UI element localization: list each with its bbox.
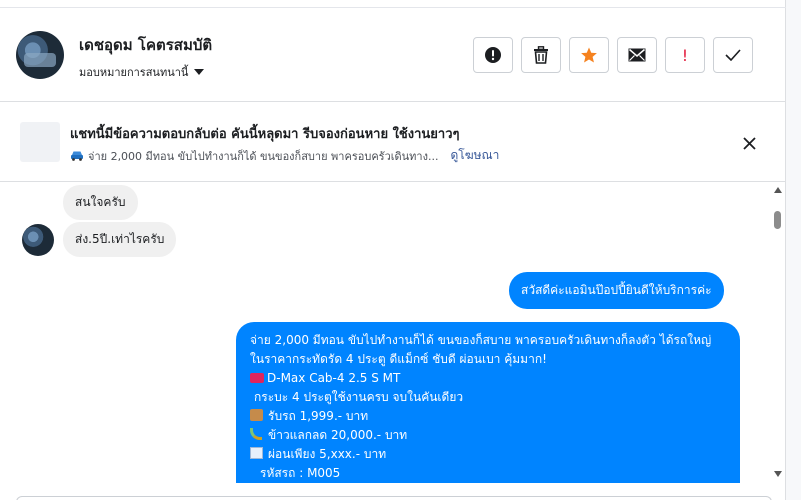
message-line: ข้าวแลกลด 20,000.- บาท bbox=[268, 428, 408, 442]
package-icon bbox=[250, 409, 263, 421]
message-line: จ่าย 2,000 มีทอน ขับไปทำงานก็ได้ ขนของก็… bbox=[250, 333, 712, 366]
outgoing-message: สวัสดีค่ะแอมินป๊อปปี้ยินดีให้บริการค่ะ bbox=[509, 272, 724, 309]
important-button[interactable]: ! bbox=[665, 37, 705, 73]
conversation-header: เดชอุดม โคตรสมบัติ มอบหมายการสนทนานี้ ! bbox=[0, 8, 786, 102]
close-icon bbox=[742, 136, 756, 150]
rice-icon bbox=[250, 428, 262, 440]
car-icon bbox=[71, 151, 83, 161]
scrollbar-thumb[interactable] bbox=[774, 211, 781, 229]
contact-avatar-small bbox=[22, 224, 54, 256]
mark-unread-button[interactable] bbox=[617, 37, 657, 73]
header-actions: ! bbox=[473, 37, 753, 73]
scroll-up-arrow-icon[interactable] bbox=[774, 187, 782, 193]
assign-label: มอบหมายการสนทนานี้ bbox=[79, 66, 189, 79]
mail-icon bbox=[628, 48, 646, 62]
message-line-chart: ผ่อนเพียง 5,xxx.- บาท bbox=[250, 445, 726, 464]
message-line: รหัสรถ : M005 bbox=[260, 466, 341, 480]
top-divider bbox=[0, 0, 786, 8]
message-composer[interactable] bbox=[16, 496, 772, 500]
ad-banner-text: จ่าย 2,000 มีทอน ขับไปทำงานก็ได้ ขนของก็… bbox=[88, 149, 439, 163]
close-banner-button[interactable] bbox=[738, 132, 760, 154]
star-button[interactable] bbox=[569, 37, 609, 73]
incoming-message: สนใจครับ bbox=[63, 185, 138, 220]
message-thread: สนใจครับ ส่ง.5ปี.เท่าไรครับ สวัสดีค่ะแอม… bbox=[0, 183, 770, 483]
ad-banner-subtitle: จ่าย 2,000 มีทอน ขับไปทำงานก็ได้ ขนของก็… bbox=[70, 146, 499, 165]
done-button[interactable] bbox=[713, 37, 753, 73]
ad-thumbnail bbox=[20, 122, 60, 162]
message-line: กระบะ 4 ประตูใช้งานครบ จบในคันเดียว bbox=[254, 390, 464, 404]
important-icon: ! bbox=[681, 45, 689, 65]
checkmark-icon bbox=[725, 49, 741, 61]
caret-down-icon bbox=[194, 69, 205, 75]
contact-name[interactable]: เดชอุดม โคตรสมบัติ bbox=[79, 33, 212, 57]
outgoing-message-long: จ่าย 2,000 มีทอน ขับไปทำงานก็ได้ ขนของก็… bbox=[236, 322, 740, 483]
delete-button[interactable] bbox=[521, 37, 561, 73]
conversation-panel: เดชอุดม โคตรสมบัติ มอบหมายการสนทนานี้ ! … bbox=[0, 0, 786, 500]
outer-scroll-gutter bbox=[786, 0, 801, 500]
scroll-down-arrow-icon[interactable] bbox=[774, 471, 782, 477]
message-line: รับรถ 1,999.- บาท bbox=[268, 409, 369, 423]
chart-down-icon bbox=[250, 447, 263, 459]
message-line: D-Max Cab-4 2.5 S MT bbox=[267, 371, 401, 385]
trash-icon bbox=[534, 46, 548, 64]
message-line-rice: ข้าวแลกลด 20,000.- บาท bbox=[250, 426, 726, 445]
message-line-package: รับรถ 1,999.- บาท bbox=[250, 407, 726, 426]
report-icon bbox=[485, 47, 501, 63]
star-icon bbox=[581, 47, 597, 63]
message-line: ผ่อนเพียง 5,xxx.- บาท bbox=[268, 447, 387, 461]
ad-context-banner: แชทนี้มีข้อความตอบกลับต่อ คันนี้หลุดมา ร… bbox=[0, 103, 786, 182]
view-ad-link[interactable]: ดูโฆษณา bbox=[450, 146, 499, 165]
contact-avatar[interactable] bbox=[16, 31, 64, 79]
ad-banner-title: แชทนี้มีข้อความตอบกลับต่อ คันนี้หลุดมา ร… bbox=[70, 127, 460, 142]
red-car-icon bbox=[250, 373, 264, 383]
thread-scrollbar[interactable] bbox=[770, 183, 786, 483]
report-button[interactable] bbox=[473, 37, 513, 73]
assign-conversation-dropdown[interactable]: มอบหมายการสนทนานี้ bbox=[79, 63, 205, 81]
message-line-car: D-Max Cab-4 2.5 S MT bbox=[250, 369, 726, 388]
incoming-message: ส่ง.5ปี.เท่าไรครับ bbox=[63, 222, 177, 257]
